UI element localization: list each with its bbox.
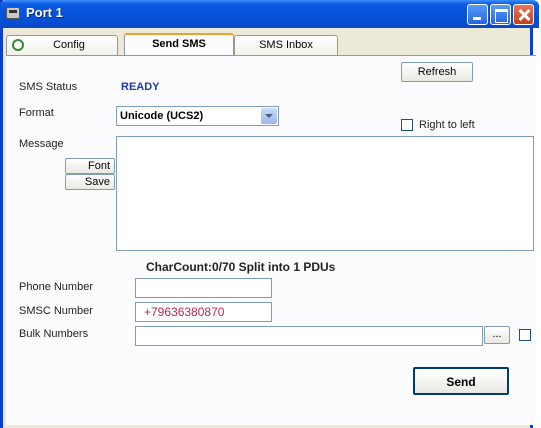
- tab-config[interactable]: Config: [6, 35, 118, 55]
- title-bar[interactable]: Port 1: [0, 0, 539, 28]
- modem-icon: [6, 7, 20, 19]
- maximize-button[interactable]: [490, 4, 511, 25]
- tab-send-sms[interactable]: Send SMS: [124, 33, 234, 55]
- config-icon: [12, 39, 24, 51]
- font-button[interactable]: Font: [65, 158, 115, 174]
- browse-button[interactable]: ...: [484, 326, 510, 344]
- port-window: Port 1 Config SMS Inbox Send SMS SMS Sta…: [0, 0, 539, 428]
- sms-status-label: SMS Status: [19, 81, 78, 93]
- tab-sms-inbox[interactable]: SMS Inbox: [234, 35, 338, 55]
- smsc-number-label: SMSC Number: [19, 305, 93, 317]
- message-label: Message: [19, 138, 64, 150]
- smsc-number-field[interactable]: +79636380870: [135, 302, 272, 322]
- tab-config-label: Config: [53, 39, 85, 51]
- minimize-button[interactable]: [467, 4, 488, 25]
- bulk-numbers-field[interactable]: [135, 326, 483, 346]
- refresh-button[interactable]: Refresh: [401, 62, 473, 82]
- phone-number-field[interactable]: [135, 278, 272, 298]
- send-button[interactable]: Send: [413, 367, 509, 395]
- close-button[interactable]: [513, 4, 534, 25]
- tab-send-sms-label: Send SMS: [152, 38, 206, 50]
- right-to-left-label: Right to left: [419, 119, 475, 131]
- tab-strip: Config SMS Inbox Send SMS: [6, 33, 536, 55]
- sms-status-value: READY: [121, 81, 160, 93]
- tab-sms-inbox-label: SMS Inbox: [259, 39, 313, 51]
- format-selected-value: Unicode (UCS2): [120, 110, 204, 122]
- phone-number-label: Phone Number: [19, 281, 93, 293]
- save-button[interactable]: Save: [65, 174, 115, 190]
- chevron-down-icon[interactable]: [261, 108, 277, 124]
- format-select[interactable]: Unicode (UCS2): [116, 106, 279, 126]
- bulk-numbers-checkbox[interactable]: [519, 329, 531, 341]
- message-textarea[interactable]: [116, 136, 534, 251]
- char-count: CharCount:0/70 Split into 1 PDUs: [146, 260, 336, 274]
- right-to-left-checkbox[interactable]: [401, 119, 413, 131]
- bulk-numbers-label: Bulk Numbers: [19, 328, 89, 340]
- format-label: Format: [19, 107, 54, 119]
- window-title: Port 1: [26, 5, 63, 20]
